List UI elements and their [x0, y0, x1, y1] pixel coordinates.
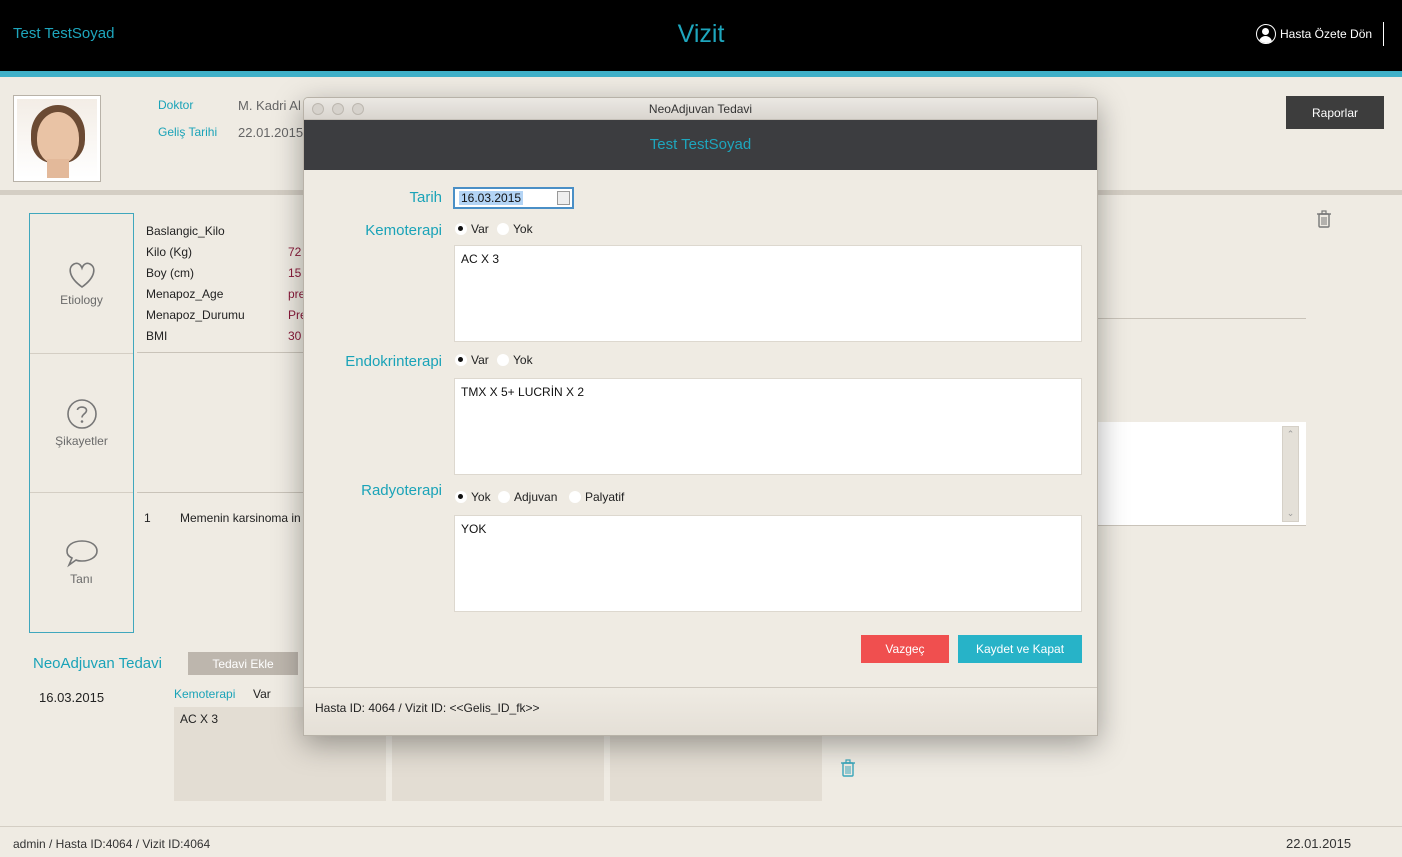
dialog-footer: Hasta ID: 4064 / Vizit ID: <<Gelis_ID_fk… — [304, 687, 1097, 735]
vital-value: 72 — [288, 245, 302, 259]
radio-dot — [498, 491, 510, 503]
status-bar-info: admin / Hasta ID:4064 / Vizit ID:4064 — [13, 837, 211, 851]
chemo-yok-radio[interactable]: Yok — [497, 222, 533, 236]
radio-dot-selected — [455, 354, 467, 366]
side-nav: Etiology Şikayetler Tanı — [29, 213, 134, 633]
radio-label: Adjuvan — [514, 490, 558, 504]
doctor-value: M. Kadri Al — [238, 98, 301, 113]
cancel-button[interactable]: Vazgeç — [861, 635, 949, 663]
diagnosis-text: Memenin karsinoma in — [180, 511, 301, 525]
radio-palyatif-radio[interactable]: Palyatif — [569, 490, 624, 504]
back-to-summary-label: Hasta Özete Dön — [1280, 27, 1373, 41]
vital-value: 15 — [288, 266, 302, 280]
endocrine-textarea[interactable]: TMX X 5+ LUCRİN X 2 — [454, 378, 1082, 475]
header-divider — [1383, 22, 1384, 46]
vital-label: BMI — [146, 329, 168, 343]
radio-label: Yok — [513, 222, 533, 236]
radio-label: Palyatif — [585, 490, 625, 504]
radio-dot-selected — [455, 491, 467, 503]
radio-label: Var — [471, 222, 489, 236]
status-bar-date: 22.01.2015 — [1286, 836, 1352, 851]
chemo-label: Kemoterapi — [365, 222, 442, 239]
save-and-close-button[interactable]: Kaydet ve Kapat — [958, 635, 1082, 663]
vital-label: Kilo (Kg) — [146, 245, 193, 259]
radio-dot-selected — [455, 223, 467, 235]
radiotherapy-label: Radyoterapi — [361, 482, 442, 499]
nav-item-diagnosis[interactable]: Tanı — [30, 492, 133, 631]
radio-adjuvan-radio[interactable]: Adjuvan — [498, 490, 557, 504]
vital-label: Baslangic_Kilo — [146, 224, 225, 238]
heart-icon — [68, 262, 95, 288]
scrollbar[interactable]: ⌃ ⌄ — [1282, 426, 1299, 522]
nav-item-etiology[interactable]: Etiology — [30, 214, 133, 353]
chemo-label: Kemoterapi — [174, 687, 236, 701]
chemo-value: Var — [253, 687, 271, 701]
trash-icon[interactable] — [1316, 210, 1332, 231]
vital-value: Pre — [288, 308, 304, 322]
vital-label: Menapoz_Durumu — [146, 308, 245, 322]
vital-label: Boy (cm) — [146, 266, 194, 280]
chemo-textarea[interactable]: AC X 3 — [454, 245, 1082, 342]
dialog-footer-text: Hasta ID: 4064 / Vizit ID: <<Gelis_ID_fk… — [315, 701, 540, 715]
dialog-header: Test TestSoyad — [304, 120, 1097, 170]
table-divider — [137, 492, 305, 493]
top-accent-stripe — [0, 71, 1402, 77]
radio-dot — [497, 223, 509, 235]
chevron-up-icon[interactable]: ⌃ — [1283, 427, 1298, 442]
radio-yok-radio[interactable]: Yok — [455, 490, 491, 504]
reports-button[interactable]: Raporlar — [1286, 96, 1384, 129]
status-bar — [0, 826, 1402, 857]
date-input-value: 16.03.2015 — [459, 191, 524, 205]
chemo-var-radio[interactable]: Var — [455, 222, 489, 236]
nav-item-complaints[interactable]: Şikayetler — [30, 353, 133, 492]
radio-dot — [497, 354, 509, 366]
date-input[interactable]: 16.03.2015 — [453, 187, 574, 209]
diagnosis-number: 1 — [144, 511, 151, 525]
radio-label: Var — [471, 353, 489, 367]
vital-value: 30 — [288, 329, 302, 343]
calendar-icon[interactable] — [557, 191, 570, 205]
dialog-window-title: NeoAdjuvan Tedavi — [648, 102, 753, 116]
radio-label: Yok — [471, 490, 491, 504]
arrival-date-label: Geliş Tarihi — [158, 125, 218, 139]
page-title: Vizit — [677, 20, 725, 48]
divider — [1098, 318, 1306, 319]
endo-yok-radio[interactable]: Yok — [497, 353, 533, 367]
nav-item-label: Tanı — [70, 572, 93, 586]
chevron-down-icon[interactable]: ⌄ — [1283, 506, 1298, 521]
speech-bubble-icon — [65, 540, 98, 568]
neoadjuvan-section-title: NeoAdjuvan Tedavi — [33, 655, 162, 672]
dialog-titlebar[interactable]: NeoAdjuvan Tedavi — [304, 98, 1097, 120]
trash-icon[interactable] — [840, 759, 856, 780]
neoadjuvan-dialog: NeoAdjuvan Tedavi Test TestSoyad Tarih 1… — [303, 97, 1098, 736]
treatment-date: 16.03.2015 — [39, 690, 105, 705]
date-label: Tarih — [409, 189, 442, 206]
radiotherapy-textarea[interactable]: YOK — [454, 515, 1082, 612]
nav-item-label: Etiology — [60, 292, 103, 307]
avatar — [13, 95, 101, 182]
vital-label: Menapoz_Age — [146, 287, 224, 301]
question-icon — [66, 399, 97, 429]
nav-item-label: Şikayetler — [55, 434, 108, 448]
radio-label: Yok — [513, 353, 533, 367]
back-to-summary-button[interactable]: Hasta Özete Dön — [1256, 23, 1372, 45]
user-icon — [1256, 24, 1276, 44]
vital-value: pre — [288, 287, 304, 301]
radio-dot — [569, 491, 581, 503]
add-treatment-button[interactable]: Tedavi Ekle — [188, 652, 298, 675]
dialog-patient-name: Test TestSoyad — [649, 136, 752, 153]
avatar-photo — [17, 99, 97, 178]
text-area[interactable] — [1098, 422, 1306, 526]
table-divider — [137, 352, 305, 353]
endocrine-label: Endokrinterapi — [345, 353, 442, 370]
doctor-label: Doktor — [158, 98, 194, 112]
endo-var-radio[interactable]: Var — [455, 353, 489, 367]
arrival-date-value: 22.01.2015 — [238, 125, 304, 140]
